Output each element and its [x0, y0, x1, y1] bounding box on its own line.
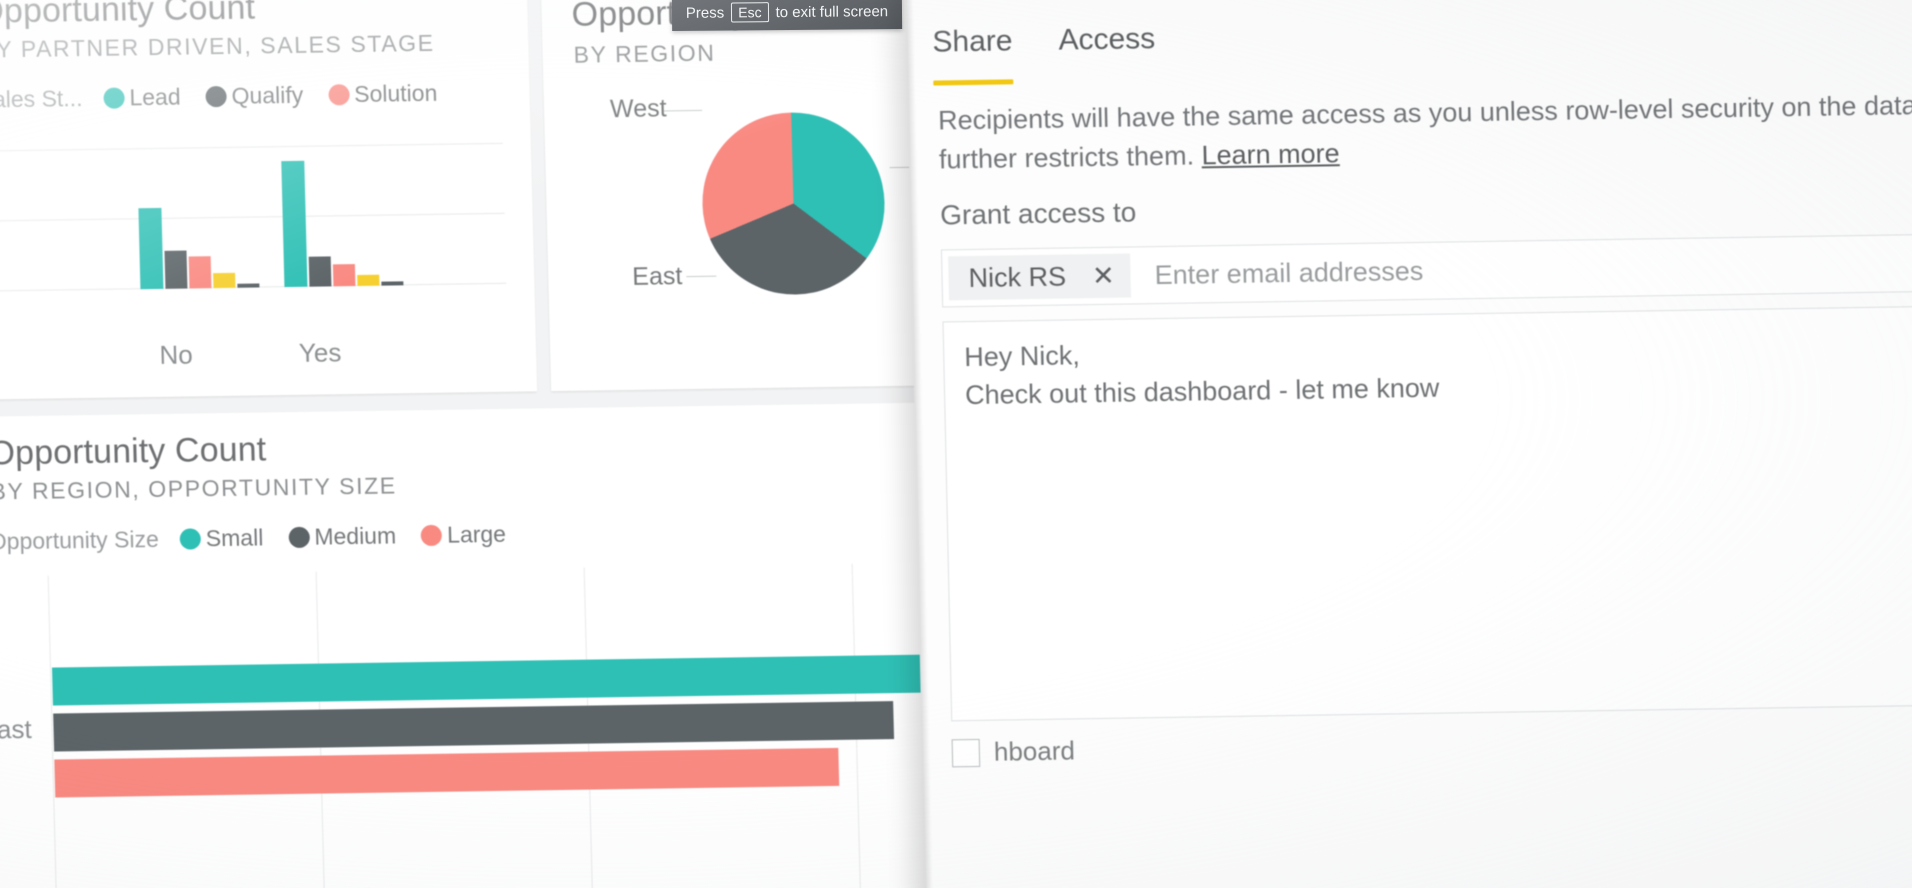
notify-checkbox-label: hboard: [993, 735, 1076, 767]
tab-access-label: Access: [1058, 22, 1156, 57]
tile3-subtitle: BY REGION, OPPORTUNITY SIZE: [0, 472, 398, 505]
bar-final[interactable]: [237, 283, 260, 288]
bar-qualify[interactable]: [164, 250, 188, 289]
legend-swatch-large: [420, 524, 443, 547]
pie-label-east: East: [631, 262, 683, 291]
share-notice: Recipients will have the same access as …: [938, 85, 1912, 179]
pie-label-west: West: [609, 94, 667, 124]
share-dialog-panel: ITY ANALYSIS SAMPLE Share Access Recipie…: [905, 0, 1912, 888]
recipient-name: Nick RS: [968, 261, 1067, 293]
exit-fullscreen-label: to exit full screen: [775, 2, 889, 21]
legend-label-medium: Medium: [313, 522, 397, 550]
legend-swatch-solution: [327, 84, 350, 106]
email-placeholder: Enter email addresses: [1154, 255, 1424, 290]
y-category-east: East: [0, 713, 32, 745]
pie-leader-east: [686, 275, 717, 278]
legend-swatch-lead: [103, 87, 125, 109]
tile1-legend: Sales St... Lead Qualify Solution: [0, 80, 454, 114]
notify-checkbox-row[interactable]: hboard: [951, 735, 1076, 768]
bar-proposal[interactable]: [213, 272, 236, 289]
powerbi-dashboard-canvas: Opportunity Count BY PARTNER DRIVEN, SAL…: [0, 0, 1035, 888]
legend-item-lead[interactable]: Lead: [103, 84, 181, 112]
bar-solution[interactable]: [188, 256, 212, 289]
bar-qualify[interactable]: [308, 256, 332, 287]
tab-share[interactable]: Share: [932, 24, 1014, 86]
bar-proposal[interactable]: [357, 274, 380, 287]
esc-key-badge: Esc: [731, 2, 769, 23]
tile2-subtitle: BY REGION: [573, 39, 716, 68]
bar-lead[interactable]: [138, 207, 164, 290]
tile3-legend-field: Opportunity Size: [0, 525, 160, 555]
tab-access[interactable]: Access: [1058, 22, 1156, 74]
hbar-medium[interactable]: [53, 701, 895, 752]
exit-fullscreen-banner: Press Esc to exit full screen: [671, 0, 903, 32]
share-notice-text: Recipients will have the same access as …: [937, 89, 1912, 175]
pie-leader-west: [664, 109, 703, 112]
x-category-yes: Yes: [298, 337, 342, 368]
tile1-plot: 00 00 0: [0, 127, 525, 325]
legend-label-large: Large: [446, 520, 507, 548]
tab-share-label: Share: [932, 24, 1013, 59]
photographed-screen: Opportunity Count BY PARTNER DRIVEN, SAL…: [0, 0, 1912, 888]
remove-recipient-icon[interactable]: ✕: [1092, 260, 1115, 290]
legend-swatch-medium: [288, 526, 310, 549]
press-label: Press: [685, 4, 725, 22]
bar-group-no: [136, 130, 260, 290]
bar-solution[interactable]: [332, 264, 356, 287]
tile-opportunity-count-by-partner-driven[interactable]: Opportunity Count BY PARTNER DRIVEN, SAL…: [0, 0, 538, 400]
legend-item-qualify[interactable]: Qualify: [205, 81, 304, 110]
tile-opportunity-count-by-region-size[interactable]: Opportunity Count BY REGION, OPPORTUNITY…: [0, 401, 1035, 888]
bar-lead[interactable]: [281, 160, 308, 288]
legend-item-medium[interactable]: Medium: [288, 522, 396, 551]
notify-checkbox[interactable]: [951, 738, 981, 767]
learn-more-link[interactable]: Learn more: [1201, 138, 1340, 170]
hbar-small[interactable]: [52, 653, 1011, 706]
bar-group-yes: [280, 128, 404, 288]
grant-access-label: Grant access to: [939, 196, 1137, 231]
tile1-title: Opportunity Count: [0, 0, 256, 31]
legend-label-qualify: Qualify: [231, 81, 304, 109]
share-dialog-tabs: Share Access: [932, 22, 1156, 86]
legend-item-small[interactable]: Small: [179, 524, 264, 552]
message-textarea[interactable]: Hey Nick, Check out this dashboard - let…: [942, 305, 1912, 722]
pie-chart[interactable]: [700, 111, 887, 296]
legend-label-small: Small: [205, 524, 264, 552]
legend-item-large[interactable]: Large: [420, 520, 507, 549]
x-category-no: No: [159, 339, 194, 370]
legend-swatch-small: [179, 528, 202, 550]
tile3-plot: [47, 561, 1016, 888]
legend-label-lead: Lead: [129, 83, 181, 111]
legend-swatch-qualify: [205, 85, 227, 108]
hbar-large[interactable]: [54, 747, 840, 798]
bar-final[interactable]: [381, 281, 404, 286]
tile3-title: Opportunity Count: [0, 430, 267, 473]
legend-label-solution: Solution: [353, 79, 438, 108]
legend-item-solution[interactable]: Solution: [327, 79, 438, 109]
dialog-title: ITY ANALYSIS SAMPLE: [1023, 0, 1345, 1]
tile1-legend-field: Sales St...: [0, 85, 83, 113]
recipient-input-row[interactable]: Nick RS ✕ Enter email addresses: [940, 233, 1912, 308]
tab-active-underline: [933, 79, 1014, 86]
recipient-chip[interactable]: Nick RS ✕: [948, 253, 1132, 301]
tile1-subtitle: BY PARTNER DRIVEN, SALES STAGE: [0, 29, 435, 63]
tile3-legend: Opportunity Size Small Medium Large: [0, 521, 522, 556]
